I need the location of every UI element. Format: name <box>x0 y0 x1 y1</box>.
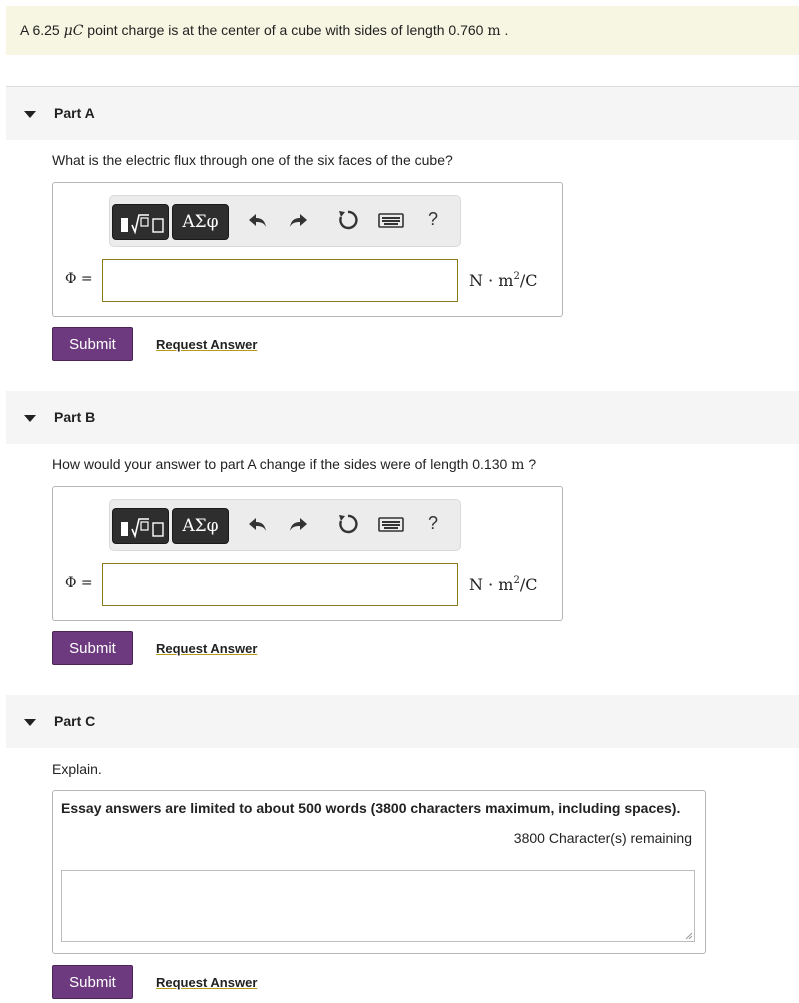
templates-button[interactable] <box>112 508 169 544</box>
caret-down-icon[interactable] <box>24 719 36 726</box>
part-a-units: N · m2/C <box>469 271 537 290</box>
greek-icon: ΑΣφ <box>182 516 219 536</box>
part-b-answer-input[interactable] <box>102 563 458 606</box>
part-b-answer-box: ΑΣφ ? Φ = N · m2/C <box>52 486 563 621</box>
keyboard-icon[interactable] <box>378 512 404 536</box>
part-c-submit-button[interactable]: Submit <box>52 965 133 999</box>
part-a-header[interactable]: Part A <box>6 87 799 140</box>
templates-icon <box>121 214 164 235</box>
units-base: N · m <box>469 575 514 594</box>
essay-textarea[interactable] <box>61 870 695 942</box>
resize-grip-icon[interactable] <box>685 932 693 940</box>
greek-icon: ΑΣφ <box>182 212 219 232</box>
problem-text: A 6.25 μC point charge is at the center … <box>20 22 508 39</box>
part-c-request-answer-link[interactable]: Request Answer <box>156 975 257 990</box>
greek-button[interactable]: ΑΣφ <box>172 508 229 544</box>
essay-limit-note: Essay answers are limited to about 500 w… <box>61 800 681 816</box>
part-b-question: How would your answer to part A change i… <box>52 456 536 473</box>
part-c-question: Explain. <box>52 761 102 777</box>
redo-icon[interactable] <box>286 208 310 232</box>
part-a-request-answer-link[interactable]: Request Answer <box>156 337 257 352</box>
undo-icon[interactable] <box>246 208 270 232</box>
question-unit: m <box>511 457 525 473</box>
math-toolbar: ΑΣφ ? <box>109 499 461 551</box>
part-b-units: N · m2/C <box>469 575 537 594</box>
charge-unit: μC <box>63 23 84 39</box>
caret-down-icon[interactable] <box>24 111 36 118</box>
undo-icon[interactable] <box>246 512 270 536</box>
part-b-title: Part B <box>54 409 96 425</box>
part-a-title: Part A <box>54 105 95 121</box>
problem-statement: A 6.25 μC point charge is at the center … <box>6 6 799 55</box>
caret-down-icon[interactable] <box>24 415 36 422</box>
part-b-header[interactable]: Part B <box>6 391 799 444</box>
units-tail: /C <box>519 271 538 290</box>
units-base: N · m <box>469 271 514 290</box>
greek-button[interactable]: ΑΣφ <box>172 204 229 240</box>
help-icon[interactable]: ? <box>428 209 438 230</box>
help-icon[interactable]: ? <box>428 513 438 534</box>
intro-prefix: A 6.25 <box>20 22 64 38</box>
templates-icon <box>121 518 164 539</box>
length-unit: m <box>487 23 501 39</box>
keyboard-icon[interactable] <box>378 208 404 232</box>
part-b-submit-button[interactable]: Submit <box>52 631 133 665</box>
part-c-title: Part C <box>54 713 96 729</box>
intro-middle: point charge is at the center of a cube … <box>83 22 488 38</box>
part-c-essay-box: Essay answers are limited to about 500 w… <box>52 790 706 954</box>
part-a-submit-button[interactable]: Submit <box>52 327 133 361</box>
question-end: ? <box>524 456 537 472</box>
reset-icon[interactable] <box>336 208 360 232</box>
part-a-question: What is the electric flux through one of… <box>52 152 453 168</box>
flux-label: Φ = <box>65 271 93 287</box>
part-c-header[interactable]: Part C <box>6 695 799 748</box>
part-a-answer-input[interactable] <box>102 259 458 302</box>
part-b-request-answer-link[interactable]: Request Answer <box>156 641 257 656</box>
part-a-answer-box: ΑΣφ ? Φ = N · m2/C <box>52 182 563 317</box>
question-prefix: How would your answer to part A change i… <box>52 456 512 472</box>
flux-label: Φ = <box>65 575 93 591</box>
intro-end: . <box>500 22 509 38</box>
reset-icon[interactable] <box>336 512 360 536</box>
redo-icon[interactable] <box>286 512 310 536</box>
templates-button[interactable] <box>112 204 169 240</box>
math-toolbar: ΑΣφ ? <box>109 195 461 247</box>
characters-remaining: 3800 Character(s) remaining <box>513 830 692 846</box>
units-tail: /C <box>519 575 538 594</box>
